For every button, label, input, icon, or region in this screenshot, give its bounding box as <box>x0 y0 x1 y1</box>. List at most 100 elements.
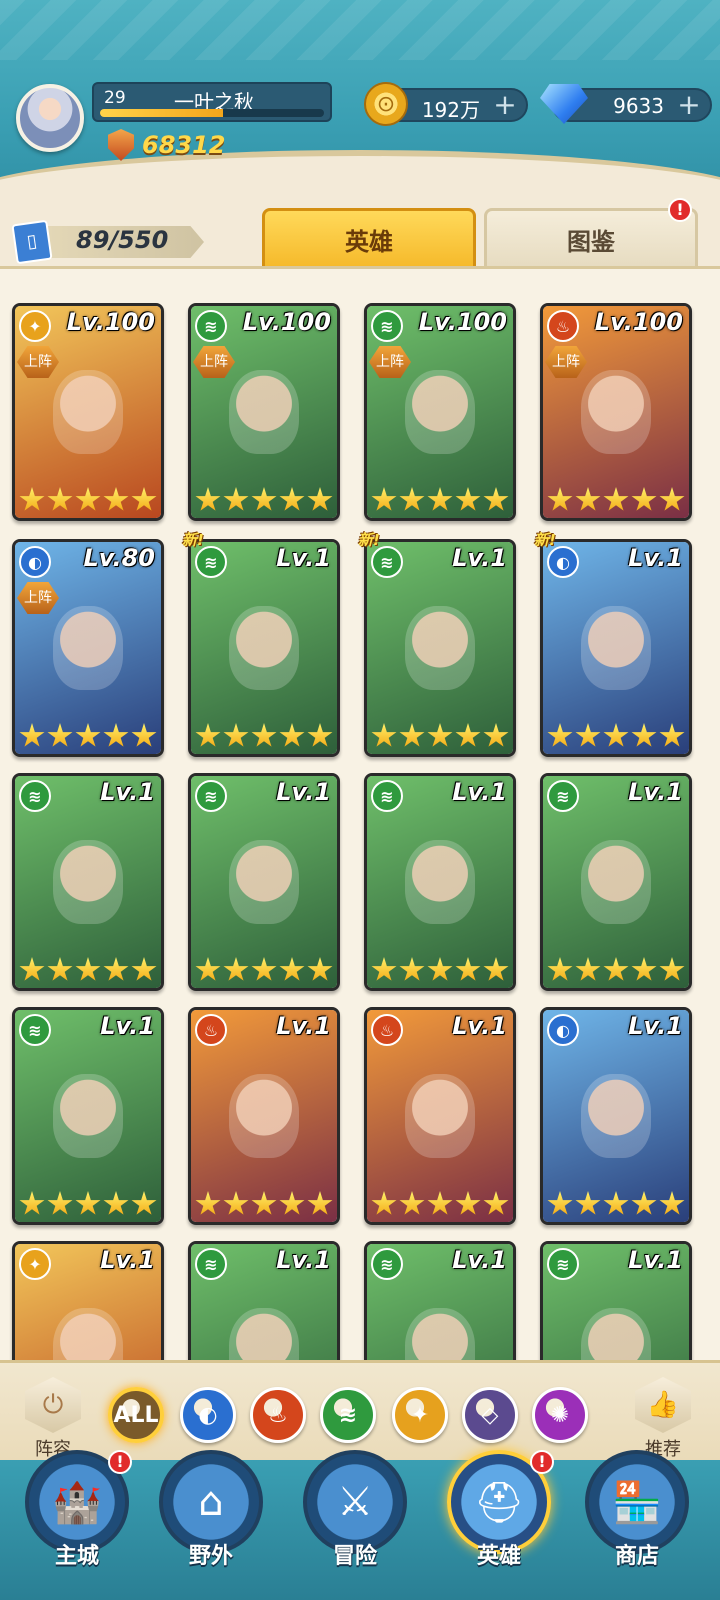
light-element-icon: ✦ <box>19 1248 51 1280</box>
nav-castle-button[interactable]: 🏰 主城! <box>22 1450 132 1570</box>
hero-face <box>53 1307 123 1360</box>
star-icon <box>131 1191 157 1215</box>
filter-all-button[interactable]: ALL <box>108 1387 164 1443</box>
hero-face <box>53 839 123 924</box>
star-icon <box>47 957 73 981</box>
wind-element-icon: ≋ <box>371 780 403 812</box>
hero-card[interactable]: ◐ Lv.80 上阵 <box>12 539 164 757</box>
water-element-icon: ◐ <box>547 546 579 578</box>
star-icon <box>279 957 305 981</box>
hero-card[interactable]: ♨ Lv.100 上阵 <box>540 303 692 521</box>
hero-card[interactable]: ✦ Lv.1 <box>12 1241 164 1360</box>
star-icon <box>631 1191 657 1215</box>
hero-card[interactable]: ≋ Lv.1 <box>364 773 516 991</box>
filter-arcane-button[interactable]: ✺ <box>532 1387 588 1443</box>
hero-card[interactable]: ≋ Lv.1 <box>188 1241 340 1360</box>
hero-card[interactable]: ≋ Lv.100 上阵 <box>188 303 340 521</box>
star-icon <box>575 723 601 747</box>
add-gems-button[interactable]: + <box>676 91 702 119</box>
combat-power: 68312 <box>108 128 226 162</box>
hero-level: Lv.1 <box>628 1246 683 1274</box>
wind-element-icon: ≋ <box>195 546 227 578</box>
star-icon <box>251 957 277 981</box>
hero-grid: ✦ Lv.100 上阵 ≋ Lv.100 上阵 ≋ Lv.100 上阵 ♨ Lv.100 上阵 ◐ Lv.… <box>0 266 720 1360</box>
hero-card[interactable]: ≋ Lv.1 <box>364 1241 516 1360</box>
new-hero-tag: 新! <box>534 531 556 549</box>
player-avatar[interactable] <box>16 84 84 152</box>
star-icon <box>223 723 249 747</box>
hero-level: Lv.1 <box>452 1246 507 1274</box>
filter-light-button[interactable]: ✦ <box>392 1387 448 1443</box>
hero-card[interactable]: ≋ Lv.1 <box>364 539 516 757</box>
nav-portal-button[interactable]: ⌂ 野外 <box>156 1450 266 1570</box>
star-icon <box>547 723 573 747</box>
star-icon <box>195 1191 221 1215</box>
hero-card[interactable]: ♨ Lv.1 <box>364 1007 516 1225</box>
hero-card[interactable]: ≋ Lv.1 <box>188 539 340 757</box>
add-gold-button[interactable]: + <box>492 91 518 119</box>
wind-element-icon: ≋ <box>19 780 51 812</box>
star-icon <box>631 957 657 981</box>
hero-level: Lv.1 <box>276 544 331 572</box>
hero-card[interactable]: ♨ Lv.1 <box>188 1007 340 1225</box>
hero-card[interactable]: ✦ Lv.100 上阵 <box>12 303 164 521</box>
hero-card[interactable]: ≋ Lv.1 <box>12 1007 164 1225</box>
star-icon <box>223 957 249 981</box>
star-rating <box>547 956 685 984</box>
wind-element-icon: ≋ <box>371 1248 403 1280</box>
star-icon <box>455 723 481 747</box>
star-icon <box>575 1191 601 1215</box>
lineup-shield-icon: ⏻ <box>25 1377 81 1433</box>
star-icon <box>399 487 425 511</box>
hero-card[interactable]: ≋ Lv.100 上阵 <box>364 303 516 521</box>
nav-shop-button[interactable]: 🏪 商店 <box>582 1450 692 1570</box>
wind-element-icon: ≋ <box>371 546 403 578</box>
star-icon <box>483 723 509 747</box>
tab-atlas[interactable]: 图鉴 <box>484 208 698 268</box>
star-icon <box>399 723 425 747</box>
star-rating <box>195 1190 333 1218</box>
star-icon <box>427 957 453 981</box>
filter-wind-button[interactable]: ≋ <box>320 1387 376 1443</box>
star-icon <box>371 723 397 747</box>
hero-level: Lv.1 <box>276 778 331 806</box>
hero-face <box>229 839 299 924</box>
lineup-button[interactable]: ⏻ 阵容 <box>18 1377 88 1460</box>
star-rating <box>547 486 685 514</box>
hero-card[interactable]: ◐ Lv.1 <box>540 539 692 757</box>
filter-fire-button[interactable]: ♨ <box>250 1387 306 1443</box>
star-rating <box>195 722 333 750</box>
hero-face <box>581 1307 651 1360</box>
star-icon <box>103 1191 129 1215</box>
star-icon <box>659 1191 685 1215</box>
star-rating <box>19 1190 157 1218</box>
star-icon <box>47 723 73 747</box>
hero-card[interactable]: ≋ Lv.1 <box>540 773 692 991</box>
hero-level: Lv.100 <box>66 308 155 336</box>
wind-element-icon: ≋ <box>547 1248 579 1280</box>
hero-card[interactable]: ◐ Lv.1 <box>540 1007 692 1225</box>
star-icon <box>75 487 101 511</box>
hero-face <box>405 369 475 454</box>
new-hero-tag: 新! <box>182 531 204 549</box>
tab-atlas-label: 图鉴 <box>567 228 615 256</box>
star-icon <box>399 1191 425 1215</box>
exp-bar <box>100 109 324 117</box>
hero-face <box>53 1073 123 1158</box>
nav-helmet-button[interactable]: ⛑ 英雄! <box>444 1450 554 1570</box>
filter-dark-button[interactable]: ◇ <box>462 1387 518 1443</box>
light-element-icon: ✦ <box>19 310 51 342</box>
star-rating <box>371 486 509 514</box>
star-icon <box>75 723 101 747</box>
gold-value: 192万 <box>421 98 480 122</box>
tab-heroes[interactable]: 英雄 <box>262 208 476 268</box>
star-rating <box>19 486 157 514</box>
hero-face <box>53 369 123 454</box>
hero-level: Lv.1 <box>100 778 155 806</box>
nav-sword-button[interactable]: ⚔ 冒险 <box>300 1450 410 1570</box>
hero-card[interactable]: ≋ Lv.1 <box>188 773 340 991</box>
hero-card[interactable]: ≋ Lv.1 <box>540 1241 692 1360</box>
recommend-button[interactable]: 👍 推荐 <box>628 1377 698 1460</box>
filter-water-button[interactable]: ◐ <box>180 1387 236 1443</box>
hero-card[interactable]: ≋ Lv.1 <box>12 773 164 991</box>
